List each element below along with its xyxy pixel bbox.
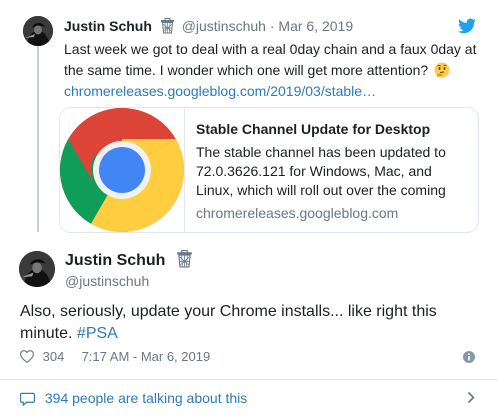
link-preview-domain: chromereleases.googleblog.com xyxy=(196,205,399,221)
tweet-link[interactable]: chromereleases.googleblog.com/2019/03/st… xyxy=(64,83,376,99)
separator-dot: · xyxy=(269,18,275,34)
main-tweet-text: Also, seriously, update your Chrome inst… xyxy=(20,301,480,345)
tweet-date[interactable]: Mar 6, 2019 xyxy=(278,18,353,34)
link-preview-title: Stable Channel Update for Desktop xyxy=(196,121,431,137)
speech-bubble-icon xyxy=(20,392,35,406)
conversation-count-text: 394 people are talking about this xyxy=(44,390,248,406)
quoted-tweet-header: Justin Schuh @justinschuh · Mar 6, 2019 xyxy=(64,17,353,35)
twitter-bird-icon[interactable] xyxy=(458,18,476,34)
avatar[interactable] xyxy=(23,16,53,46)
main-author-name-row: Justin Schuh xyxy=(65,250,196,271)
hashtag-link[interactable]: #PSA xyxy=(77,325,118,342)
quoted-tweet-text: Last week we got to deal with a real 0da… xyxy=(64,39,484,102)
conversation-link[interactable]: 394 people are talking about this xyxy=(20,389,247,407)
link-preview-description: The stable channel has been updated to 7… xyxy=(196,144,446,198)
author-name[interactable]: Justin Schuh xyxy=(65,252,165,269)
link-preview-card[interactable]: Stable Channel Update for Desktop The st… xyxy=(59,107,479,233)
tweet-meta: 304 7:17 AM - Mar 6, 2019 xyxy=(20,348,210,366)
tweet-timestamp[interactable]: 7:17 AM - Mar 6, 2019 xyxy=(82,349,211,364)
link-preview-image xyxy=(60,108,185,232)
trash-can-icon xyxy=(160,18,174,34)
author-handle[interactable]: @justinschuh xyxy=(182,18,266,34)
tweet-body: Last week we got to deal with a real 0da… xyxy=(64,41,477,78)
thinking-face-emoji xyxy=(434,62,450,78)
link-preview-text: Stable Channel Update for Desktop The st… xyxy=(196,120,471,222)
info-icon[interactable] xyxy=(463,351,475,363)
author-name[interactable]: Justin Schuh xyxy=(64,18,152,34)
divider xyxy=(0,379,498,380)
embedded-tweet-card: Justin Schuh @justinschuh · Mar 6, 2019 … xyxy=(0,0,498,418)
avatar-image xyxy=(23,16,53,46)
heart-icon[interactable] xyxy=(20,350,34,363)
chevron-right-icon[interactable] xyxy=(467,391,475,404)
like-count[interactable]: 304 xyxy=(43,349,65,364)
chrome-logo-icon xyxy=(60,108,184,232)
author-handle[interactable]: @justinschuh xyxy=(65,272,149,290)
avatar[interactable] xyxy=(19,251,55,287)
avatar-image xyxy=(19,251,55,287)
trash-can-icon xyxy=(177,250,192,268)
thread-connector-line xyxy=(37,45,39,232)
